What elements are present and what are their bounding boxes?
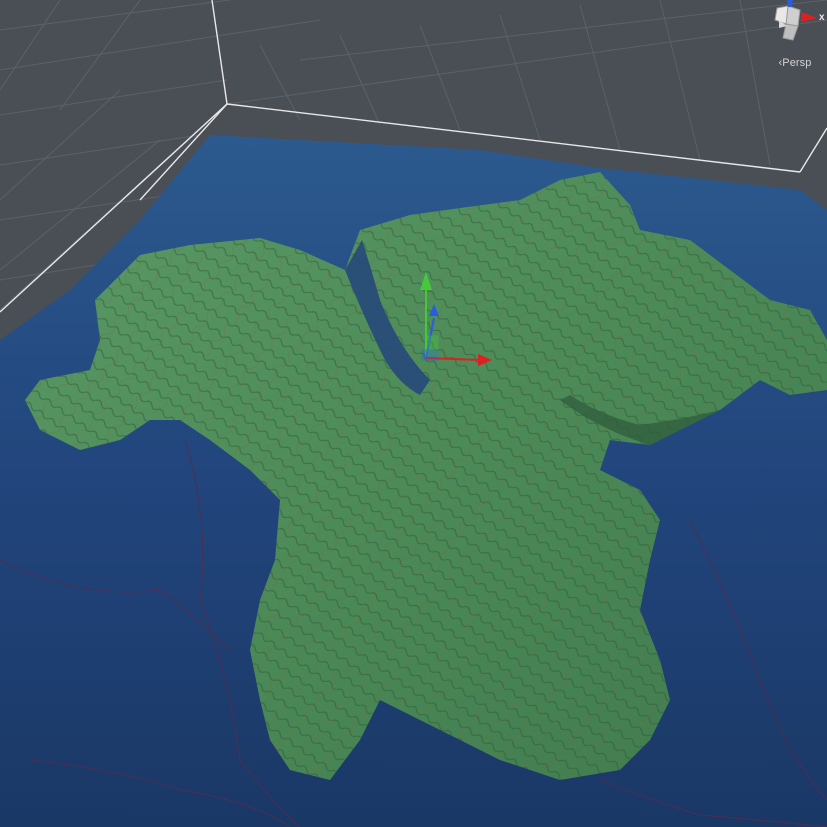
gizmo-x-axis-label: x — [819, 12, 825, 23]
projection-mode-label[interactable]: ‹Persp — [767, 57, 823, 69]
scene-canvas[interactable] — [0, 0, 827, 827]
scene-viewport[interactable]: x ‹Persp — [0, 0, 827, 827]
scene-orientation-gizmo[interactable]: x ‹Persp — [757, 0, 827, 80]
